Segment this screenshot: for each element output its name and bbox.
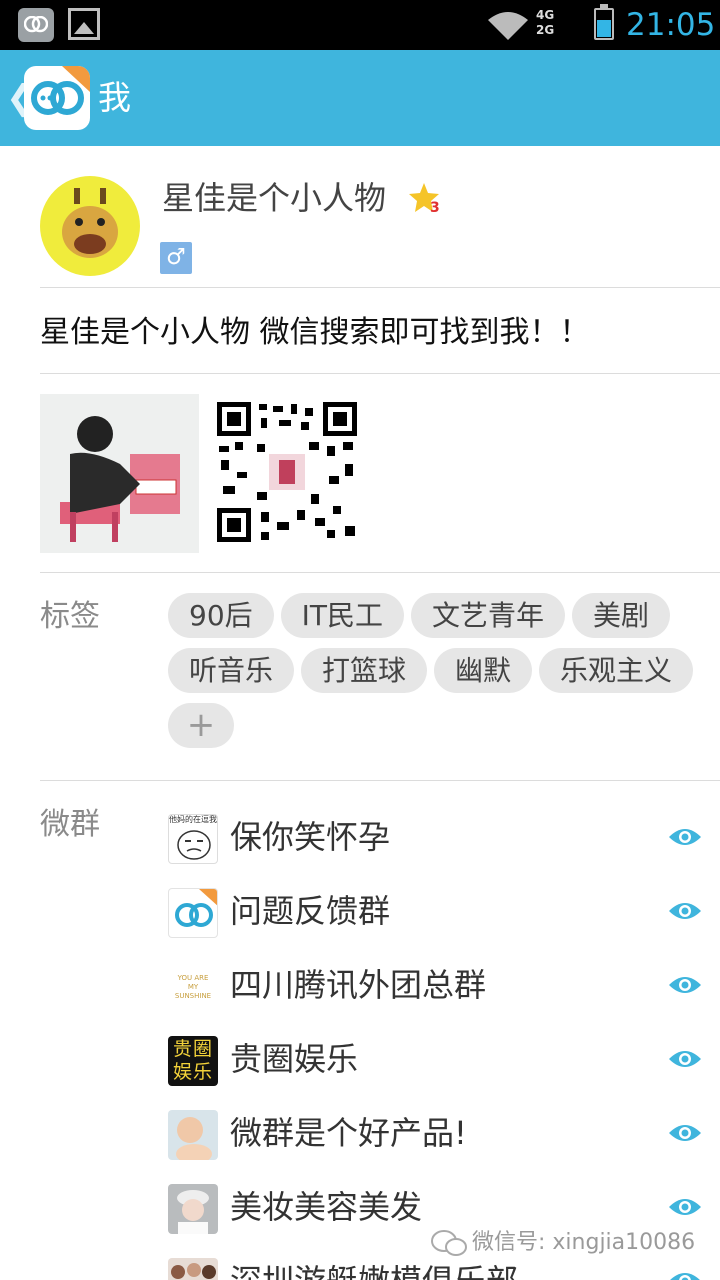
action-bar: ❮ 我 bbox=[0, 50, 720, 146]
meme-face-icon: 他妈的在逗我 bbox=[168, 814, 218, 864]
image-notification-icon bbox=[68, 8, 100, 40]
clock: 21:05 bbox=[626, 7, 716, 43]
wechat-watermark: 微信号: xingjia10086 bbox=[430, 1226, 695, 1260]
app-logo-icon bbox=[168, 888, 218, 938]
tag-chip[interactable]: 打篮球 bbox=[301, 648, 428, 693]
group-name: 美妆美容美发 bbox=[230, 1188, 423, 1226]
eye-icon[interactable] bbox=[668, 1194, 702, 1220]
tag-chip[interactable]: 听音乐 bbox=[168, 648, 295, 693]
eye-icon[interactable] bbox=[668, 824, 702, 850]
group-icon-caption: YOU ARE MY SUNSHINE bbox=[174, 974, 212, 1000]
group-row[interactable]: 问题反馈群 bbox=[168, 886, 720, 960]
nickname: 星佳是个小人物 bbox=[162, 179, 387, 217]
eye-icon[interactable] bbox=[668, 1120, 702, 1146]
wifi-icon bbox=[488, 12, 528, 40]
group-row[interactable]: 贵圈娱乐 贵圈娱乐 bbox=[168, 1034, 720, 1108]
group-row[interactable]: 他妈的在逗我 保你笑怀孕 bbox=[168, 812, 720, 886]
eye-icon[interactable] bbox=[668, 1268, 702, 1280]
giraffe-avatar-icon bbox=[62, 188, 118, 258]
status-bar: 4G 2G 21:05 bbox=[0, 0, 720, 50]
signal-icon: 4G 2G bbox=[536, 8, 580, 42]
app-logo-icon bbox=[31, 66, 90, 115]
signature: 星佳是个小人物 微信搜索即可找到我！！ bbox=[40, 315, 590, 350]
divider bbox=[40, 572, 720, 573]
tag-chip[interactable]: 文艺青年 bbox=[411, 593, 566, 638]
tag-chip[interactable]: 幽默 bbox=[434, 648, 533, 693]
group-name: 贵圈娱乐 bbox=[230, 1040, 359, 1078]
chat-bubble-icon bbox=[24, 16, 48, 33]
bride-photo-icon bbox=[168, 1184, 218, 1234]
baby-photo-icon bbox=[168, 1110, 218, 1160]
watermark-text: 微信号: xingjia10086 bbox=[472, 1230, 696, 1255]
qr-code-icon bbox=[217, 402, 357, 542]
group-name: 问题反馈群 bbox=[230, 892, 391, 930]
add-tag-button[interactable]: + bbox=[168, 703, 234, 748]
groups-label: 微群 bbox=[40, 807, 100, 842]
tag-chip[interactable]: 美剧 bbox=[572, 593, 671, 638]
group-list: 他妈的在逗我 保你笑怀孕 问题反馈群 YOU ARE MY SUNSHINE 四… bbox=[168, 812, 720, 1280]
gender-badge: ♂ bbox=[160, 242, 192, 274]
tags-label: 标签 bbox=[40, 599, 100, 634]
divider bbox=[40, 287, 720, 288]
guiquan-icon: 贵圈娱乐 bbox=[168, 1036, 218, 1086]
group-name: 保你笑怀孕 bbox=[230, 818, 391, 856]
group-name: 微群是个好产品! bbox=[230, 1114, 467, 1152]
tag-list: 90后 IT民工 文艺青年 美剧听音乐 打篮球 幽默 乐观主义 + bbox=[168, 593, 708, 758]
tag-chip[interactable]: 90后 bbox=[168, 593, 274, 638]
group-name: 深圳游艇嫩模俱乐部 bbox=[230, 1258, 518, 1280]
wechat-icon bbox=[431, 1230, 467, 1256]
battery-icon bbox=[594, 4, 614, 40]
group-row[interactable]: YOU ARE MY SUNSHINE 四川腾讯外团总群 bbox=[168, 960, 720, 1034]
profile-photo[interactable] bbox=[40, 394, 199, 553]
eye-icon[interactable] bbox=[668, 1046, 702, 1072]
notification-app-icon bbox=[18, 8, 54, 42]
network-4g-label: 4G bbox=[536, 8, 555, 22]
divider bbox=[40, 780, 720, 781]
group-icon-caption: 他妈的在逗我 bbox=[169, 815, 217, 824]
piano-drawing-image bbox=[40, 394, 199, 553]
avatar[interactable] bbox=[40, 176, 140, 276]
network-2g-label: 2G bbox=[536, 23, 555, 37]
you-are-my-sunshine-icon: YOU ARE MY SUNSHINE bbox=[168, 962, 218, 1012]
qr-code[interactable] bbox=[217, 402, 357, 542]
tag-chip[interactable]: 乐观主义 bbox=[539, 648, 694, 693]
group-name: 四川腾讯外团总群 bbox=[230, 966, 487, 1004]
group-row[interactable]: 微群是个好产品! bbox=[168, 1108, 720, 1182]
group-icon-caption: 贵圈娱乐 bbox=[172, 1038, 213, 1083]
page-title: 我 bbox=[98, 78, 131, 117]
level-number: 3 bbox=[430, 200, 440, 214]
level-star-icon: 3 bbox=[409, 183, 440, 214]
group-photo-icon bbox=[168, 1258, 218, 1280]
app-logo[interactable] bbox=[24, 66, 90, 130]
eye-icon[interactable] bbox=[668, 972, 702, 998]
eye-icon[interactable] bbox=[668, 898, 702, 924]
divider bbox=[40, 373, 720, 374]
tag-chip[interactable]: IT民工 bbox=[280, 593, 405, 638]
